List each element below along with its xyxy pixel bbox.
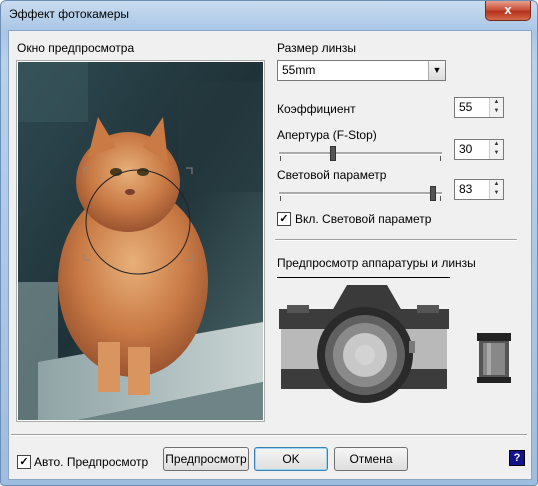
section-divider bbox=[275, 239, 517, 241]
coefficient-value: 55 bbox=[459, 100, 473, 114]
aperture-track bbox=[279, 152, 442, 155]
camera-icon bbox=[279, 285, 449, 403]
light-spinner[interactable]: 83 ▲ ▼ bbox=[454, 179, 504, 200]
auto-preview-checkbox[interactable]: ✓ bbox=[17, 455, 31, 469]
light-track bbox=[279, 192, 442, 195]
light-enable-label: Вкл. Световой параметр bbox=[295, 212, 432, 226]
title-bar[interactable]: Эффект фотокамеры x bbox=[1, 1, 537, 29]
checkmark-icon: ✓ bbox=[19, 456, 29, 468]
lens-size-value: 55mm bbox=[282, 63, 316, 77]
hardware-underline bbox=[277, 277, 450, 278]
preview-label: Окно предпросмотра bbox=[17, 41, 135, 55]
aperture-slider[interactable] bbox=[277, 146, 444, 162]
close-button[interactable]: x bbox=[485, 1, 531, 21]
cancel-button[interactable]: Отмена bbox=[334, 447, 408, 471]
light-tick bbox=[440, 196, 441, 201]
light-tick bbox=[280, 196, 281, 201]
auto-preview-label: Авто. Предпросмотр bbox=[34, 455, 149, 469]
hardware-preview-label: Предпросмотр аппаратуры и линзы bbox=[277, 256, 476, 270]
light-enable-checkbox[interactable]: ✓ bbox=[277, 212, 291, 226]
preview-button[interactable]: Предпросмотр bbox=[163, 447, 249, 471]
chevron-down-icon[interactable]: ▼ bbox=[428, 61, 445, 80]
aperture-label: Апертура (F-Stop) bbox=[277, 128, 377, 142]
lens-size-label: Размер линзы bbox=[277, 41, 357, 55]
ok-button[interactable]: OK bbox=[254, 447, 328, 471]
footer-divider bbox=[11, 434, 527, 436]
camera-lens-illustration bbox=[279, 285, 511, 403]
spin-arrows-icon[interactable]: ▲ ▼ bbox=[489, 140, 503, 159]
close-icon: x bbox=[504, 2, 512, 17]
checkmark-icon: ✓ bbox=[279, 213, 289, 225]
cat-preview-image bbox=[18, 62, 263, 420]
window-title: Эффект фотокамеры bbox=[9, 7, 129, 21]
aperture-tick bbox=[280, 156, 281, 161]
dialog-client-area: Окно предпросмотра Размер линзы 55mm ▼ К… bbox=[8, 30, 532, 480]
light-thumb[interactable] bbox=[429, 186, 436, 201]
dialog-window: Эффект фотокамеры x Окно предпросмотра Р… bbox=[0, 0, 538, 486]
preview-window[interactable] bbox=[16, 60, 265, 422]
light-slider[interactable] bbox=[277, 186, 444, 202]
aperture-thumb[interactable] bbox=[330, 146, 337, 161]
light-value: 83 bbox=[459, 182, 473, 196]
coefficient-label: Коэффициент bbox=[277, 102, 356, 116]
aperture-tick bbox=[440, 156, 441, 161]
aperture-spinner[interactable]: 30 ▲ ▼ bbox=[454, 139, 504, 160]
lens-size-select[interactable]: 55mm ▼ bbox=[277, 60, 446, 81]
lens-icon bbox=[477, 333, 511, 383]
aperture-value: 30 bbox=[459, 142, 473, 156]
spin-arrows-icon[interactable]: ▲ ▼ bbox=[489, 180, 503, 199]
spin-arrows-icon[interactable]: ▲ ▼ bbox=[489, 98, 503, 117]
coefficient-spinner[interactable]: 55 ▲ ▼ bbox=[454, 97, 504, 118]
light-param-label: Световой параметр bbox=[277, 168, 387, 182]
help-icon[interactable]: ? bbox=[509, 450, 525, 466]
